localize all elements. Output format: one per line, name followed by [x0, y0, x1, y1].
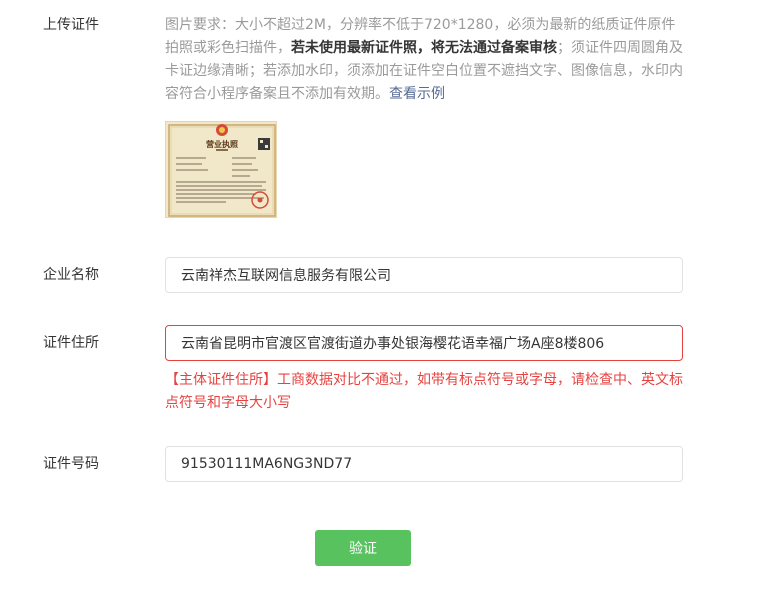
hint-text-bold: 若未使用最新证件照，将无法通过备案审核	[291, 40, 557, 56]
business-license-image: 营业执照	[166, 122, 276, 217]
cert-number-label: 证件号码	[43, 456, 99, 472]
license-thumbnail[interactable]: 营业执照	[165, 121, 277, 218]
address-input[interactable]	[165, 325, 683, 361]
upload-label: 上传证件	[43, 17, 99, 33]
upload-requirements: 图片要求：大小不超过2M，分辨率不低于720*1280，必须为最新的纸质证件原件…	[165, 14, 685, 106]
address-label: 证件住所	[43, 335, 99, 351]
license-title: 营业执照	[206, 139, 238, 149]
address-error-message: 【主体证件住所】工商数据对比不通过，如带有标点符号或字母，请检查中、英文标点符号…	[165, 372, 683, 411]
company-name-input[interactable]	[165, 257, 683, 293]
cert-number-input[interactable]	[165, 446, 683, 482]
verify-button[interactable]: 验证	[315, 530, 411, 566]
view-example-link[interactable]: 查看示例	[389, 86, 445, 102]
company-name-label: 企业名称	[43, 267, 99, 283]
